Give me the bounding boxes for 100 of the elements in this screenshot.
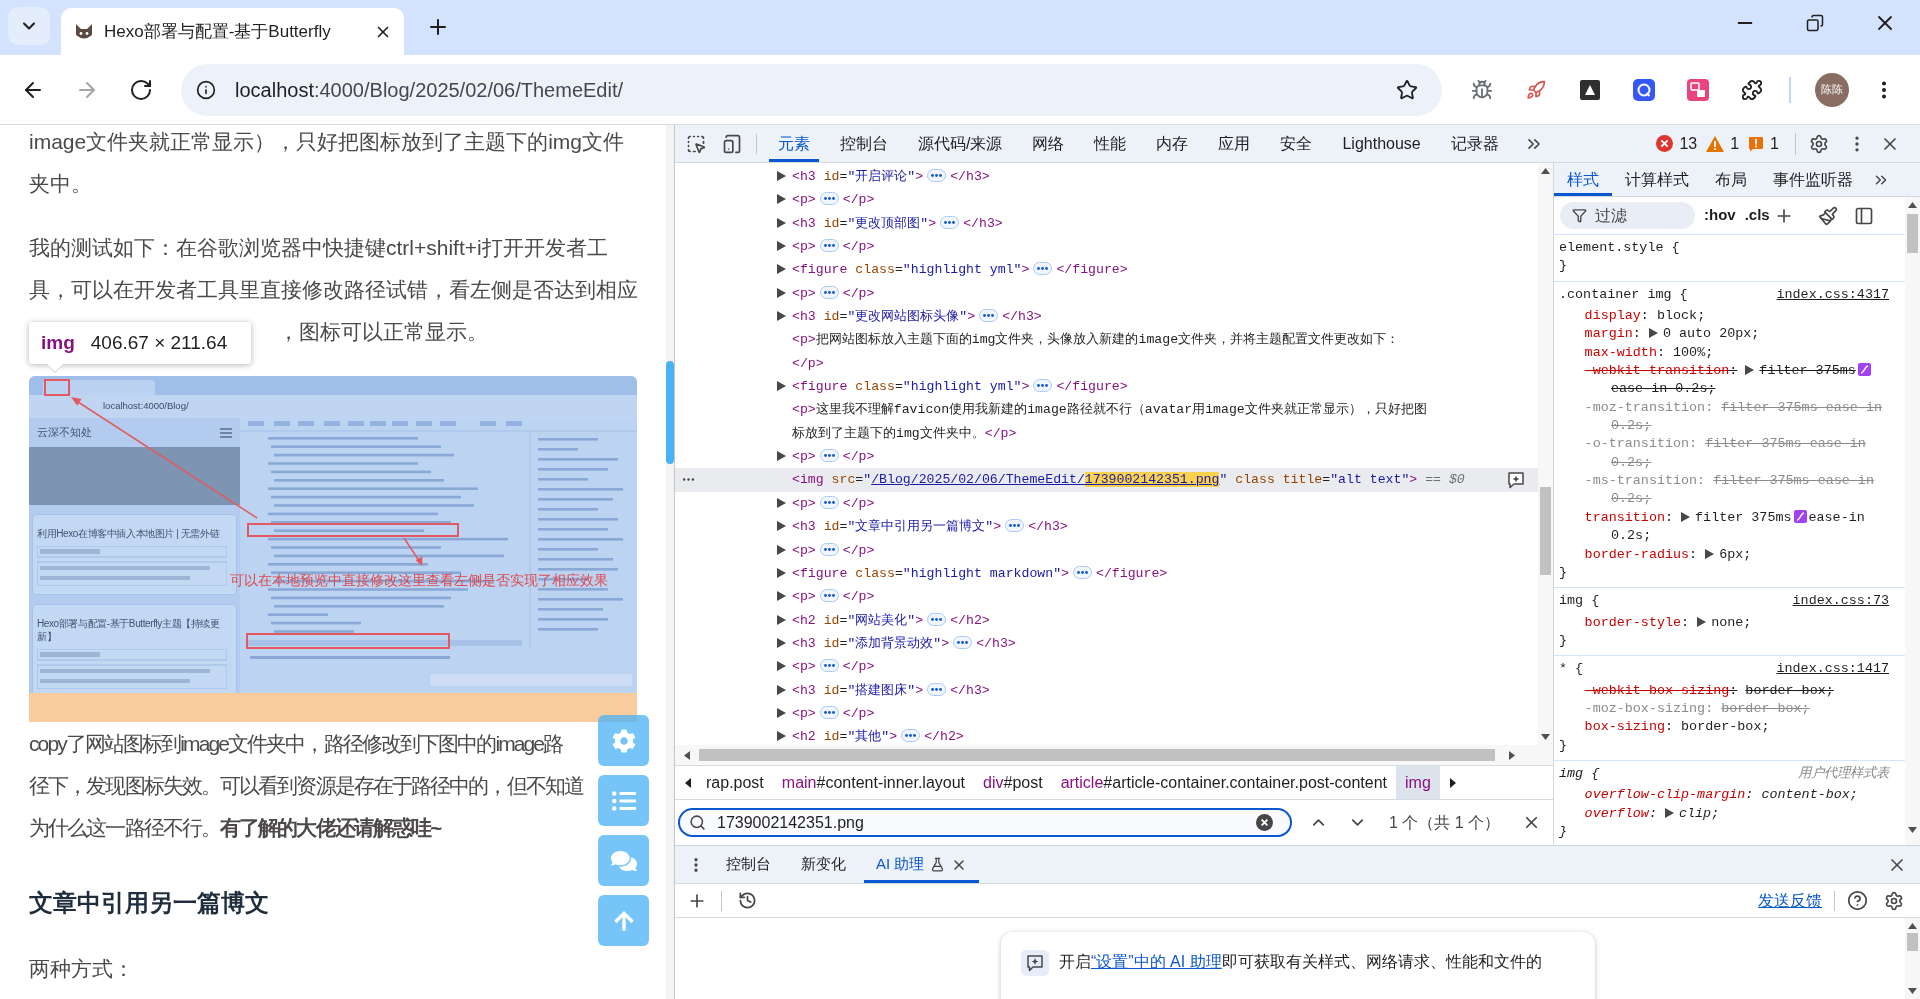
ellipsis-icon[interactable] <box>819 239 839 253</box>
expand-triangle-icon[interactable] <box>777 287 786 298</box>
scrollbar-thumb[interactable] <box>666 361 674 464</box>
breadcrumb[interactable]: article#article-container.container.post-content <box>1051 766 1397 799</box>
sidebar-tab[interactable]: 计算样式 <box>1612 163 1702 196</box>
history-icon[interactable] <box>738 891 757 910</box>
expand-triangle-icon[interactable] <box>777 381 786 392</box>
panel-tab[interactable]: 内存 <box>1147 125 1198 162</box>
scrollbar-thumb[interactable] <box>1907 933 1918 951</box>
panel-tab[interactable]: 元素 <box>769 125 819 162</box>
ellipsis-icon[interactable] <box>819 705 839 719</box>
panel-icon[interactable] <box>1853 205 1874 226</box>
css-declaration[interactable]: margin: 0 auto 20px; <box>1554 325 1905 344</box>
dom-tree-node[interactable]: <h3 id="更改网站图标头像"> </h3> <box>675 305 1538 329</box>
dom-tree-node[interactable]: <p> </p> <box>675 655 1538 679</box>
filter-field[interactable]: 过滤 <box>1560 202 1695 229</box>
dom-tree-node[interactable]: <h3 id="文章中引用另一篇博文"> </h3> <box>675 515 1538 539</box>
expand-triangle-icon[interactable] <box>777 684 786 695</box>
ellipsis-icon[interactable] <box>819 495 839 509</box>
source-link[interactable]: index.css:1417 <box>1776 660 1889 679</box>
paintbrush-icon[interactable] <box>1817 205 1838 226</box>
breadcrumb[interactable]: div#post <box>974 766 1052 799</box>
expand-triangle-icon[interactable] <box>1648 328 1658 339</box>
reload-icon[interactable] <box>129 77 153 102</box>
settings-link[interactable]: “设置”中的 AI 助理 <box>1091 953 1222 970</box>
css-declaration[interactable]: transition: filter 375ms ease-in 0.2s; <box>1554 508 1905 546</box>
easing-swatch-icon[interactable] <box>1793 509 1807 523</box>
dom-tree-node[interactable]: <p> </p> <box>675 701 1538 726</box>
dom-tree-node[interactable]: <p> </p> <box>675 538 1538 562</box>
device-icon[interactable] <box>722 133 742 154</box>
sidebar-tab[interactable]: 布局 <box>1702 163 1760 196</box>
expand-triangle-icon[interactable] <box>777 451 786 462</box>
dom-tree-node[interactable]: <h2 id="网站美化"> </h2> <box>675 608 1538 632</box>
ellipsis-icon[interactable] <box>927 169 947 182</box>
expand-triangle-icon[interactable] <box>777 544 786 555</box>
breadcrumb[interactable]: rap.post <box>697 766 773 799</box>
drawer-tab[interactable]: AI 助理 <box>864 846 980 883</box>
scrollbar-thumb[interactable] <box>699 749 1495 761</box>
rocket-icon[interactable] <box>1526 79 1546 100</box>
breadcrumb[interactable]: main#content-inner.layout <box>772 766 975 799</box>
info-counter[interactable]: 1 <box>1748 131 1779 156</box>
expand-triangle-icon[interactable] <box>777 217 786 228</box>
ellipsis-icon[interactable] <box>1033 262 1053 276</box>
tab-search-button[interactable] <box>8 7 50 45</box>
ellipsis-icon[interactable] <box>1073 565 1092 579</box>
css-declaration[interactable]: -o-transition: filter 375ms ease-in 0.2s; <box>1554 435 1905 473</box>
ellipsis-icon[interactable] <box>927 612 947 626</box>
scroll-down-icon[interactable] <box>1908 827 1917 833</box>
dom-tree-node[interactable]: <p> </p> <box>675 491 1538 516</box>
triangle-tile-icon[interactable] <box>1580 79 1600 100</box>
panel-tab[interactable]: 源代码/来源 <box>909 125 1012 162</box>
expand-triangle-icon[interactable] <box>777 731 786 742</box>
search-field[interactable]: 1739002142351.png <box>678 808 1292 837</box>
breadcrumb[interactable]: img <box>1396 766 1440 799</box>
css-declaration[interactable]: -ms-transition: filter 375ms ease-in 0.2s; <box>1554 472 1905 509</box>
dom-tree-node[interactable]: <p> </p> <box>675 235 1538 259</box>
css-declaration[interactable]: overflow: clip; <box>1554 804 1905 823</box>
css-declaration[interactable]: border-radius: 6px; <box>1554 545 1905 564</box>
dom-tree-node[interactable]: <p> </p> <box>675 281 1538 306</box>
address-bar[interactable]: localhost:4000/Blog/2025/02/06/ThemeEdit/ <box>181 63 1442 116</box>
ellipsis-icon[interactable] <box>953 635 973 649</box>
css-declaration[interactable]: display: block; <box>1554 307 1905 326</box>
dom-tree-node[interactable]: <h3 id="开启评论"> </h3> <box>675 165 1538 189</box>
dom-tree-node[interactable]: <p> </p> <box>675 585 1538 609</box>
drawer-tab[interactable]: 新变化 <box>789 846 858 883</box>
bug-icon[interactable] <box>1471 78 1493 101</box>
easing-swatch-icon[interactable] <box>1857 363 1871 377</box>
squares-tile-icon[interactable] <box>1687 78 1709 101</box>
expand-triangle-icon[interactable] <box>1705 548 1715 559</box>
dom-tree-node[interactable]: <img src="/Blog/2025/02/06/ThemeEdit/1739002142351.png" class title="alt text"> == $0 <box>675 468 1538 492</box>
expand-triangle-icon[interactable] <box>1745 365 1755 376</box>
scroll-up-icon[interactable] <box>1908 202 1917 208</box>
puzzle-icon[interactable] <box>1741 78 1763 101</box>
dom-tree-node[interactable]: <figure class="highlight yml"> </figure> <box>675 375 1538 399</box>
dom-tree-node[interactable]: <h2 id="其他"> </h2> <box>675 725 1538 745</box>
ellipsis-icon[interactable] <box>927 682 947 696</box>
css-declaration[interactable]: -moz-box-sizing: border-box; <box>1554 699 1905 719</box>
expand-triangle-icon[interactable] <box>1665 807 1674 818</box>
sidebar-tab[interactable]: 事件监听器 <box>1760 163 1866 196</box>
expand-triangle-icon[interactable] <box>777 591 786 602</box>
warning-counter[interactable]: 1 <box>1706 131 1740 156</box>
scroll-right-icon[interactable] <box>1449 777 1456 788</box>
clear-icon[interactable] <box>1256 814 1273 831</box>
expand-triangle-icon[interactable] <box>777 661 786 672</box>
chat-sparkle-icon[interactable] <box>1506 470 1526 491</box>
panel-tab[interactable]: 应用 <box>1209 125 1260 162</box>
ellipsis-icon[interactable] <box>901 729 921 743</box>
dom-tree-node[interactable]: <p>这里我不理解favicon使用我新建的image路径就不行（avatar用image文件夹就正常显示），只好把图标放到了主题下的img文件夹中。</p> <box>675 398 1538 446</box>
dom-tree-node[interactable]: <p> </p> <box>675 445 1538 469</box>
ellipsis-icon[interactable] <box>1005 519 1025 533</box>
expand-triangle-icon[interactable] <box>777 637 786 648</box>
dom-tree-node[interactable]: <h3 id="添加背景动效"> </h3> <box>675 631 1538 656</box>
expand-triangle-icon[interactable] <box>1681 511 1691 522</box>
scroll-up-icon[interactable] <box>1908 923 1917 929</box>
css-declaration[interactable]: -moz-transition: filter 375ms ease-in 0.2s; <box>1554 398 1905 436</box>
scroll-left-icon[interactable] <box>685 777 691 788</box>
ellipsis-icon[interactable] <box>979 309 999 323</box>
css-declaration[interactable]: max-width: 100%; <box>1554 343 1905 363</box>
scroll-left-icon[interactable] <box>684 750 690 760</box>
expand-triangle-icon[interactable] <box>777 194 786 205</box>
